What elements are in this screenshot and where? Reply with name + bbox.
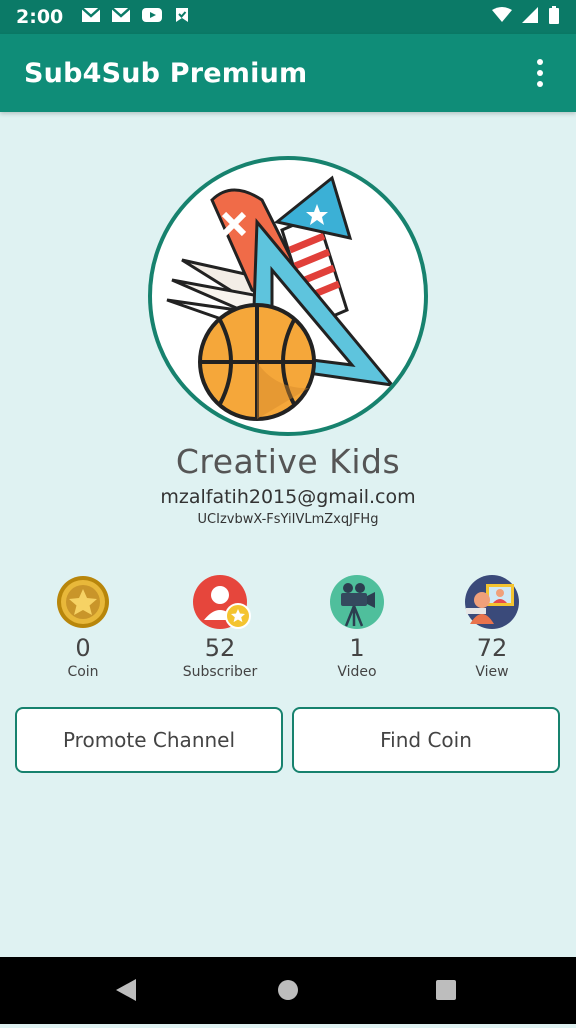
status-time: 2:00 — [16, 6, 64, 28]
stat-video: 1 Video — [297, 574, 417, 680]
channel-avatar — [148, 156, 428, 436]
signal-icon — [522, 7, 538, 27]
video-value: 1 — [349, 634, 365, 662]
status-bar: 2:00 — [0, 0, 576, 34]
view-label: View — [475, 664, 509, 680]
channel-logo-image — [166, 175, 396, 421]
promote-channel-button[interactable]: Promote Channel — [15, 707, 283, 773]
more-vert-dot — [537, 70, 543, 76]
stat-coin: 0 Coin — [23, 574, 143, 680]
app-title: Sub4Sub Premium — [24, 57, 308, 89]
youtube-icon — [141, 7, 163, 27]
navigation-bar — [0, 957, 576, 1024]
gmail-icon — [81, 7, 102, 27]
coin-icon — [55, 574, 111, 630]
coin-label: Coin — [67, 664, 99, 680]
video-camera-icon — [329, 574, 385, 630]
stats-row: 0 Coin 52 Subscriber 1 Video 72 View — [0, 574, 576, 684]
more-options-button[interactable] — [528, 53, 552, 93]
back-icon[interactable] — [116, 979, 136, 1001]
gmail-icon — [111, 7, 132, 27]
coin-value: 0 — [75, 634, 91, 662]
channel-email: mzalfatih2015@gmail.com — [160, 486, 416, 508]
more-vert-icon — [537, 59, 543, 65]
subscriber-icon — [192, 574, 251, 630]
wifi-icon — [492, 7, 512, 27]
find-coin-button[interactable]: Find Coin — [292, 707, 560, 773]
check-bookmark-icon — [173, 6, 191, 28]
home-icon[interactable] — [278, 980, 298, 1000]
view-value: 72 — [476, 634, 508, 662]
video-label: Video — [337, 664, 377, 680]
app-bar: Sub4Sub Premium — [0, 34, 576, 112]
stat-subscriber: 52 Subscriber — [160, 574, 280, 680]
channel-id: UCIzvbwX-FsYiIVLmZxqJFHg — [197, 512, 379, 527]
more-vert-dot — [537, 81, 543, 87]
viewer-icon — [464, 574, 520, 630]
recents-icon[interactable] — [436, 980, 456, 1000]
channel-name: Creative Kids — [175, 442, 401, 481]
subscriber-value: 52 — [204, 634, 236, 662]
subscriber-label: Subscriber — [182, 664, 258, 680]
stat-view: 72 View — [432, 574, 552, 680]
battery-icon — [548, 6, 560, 28]
